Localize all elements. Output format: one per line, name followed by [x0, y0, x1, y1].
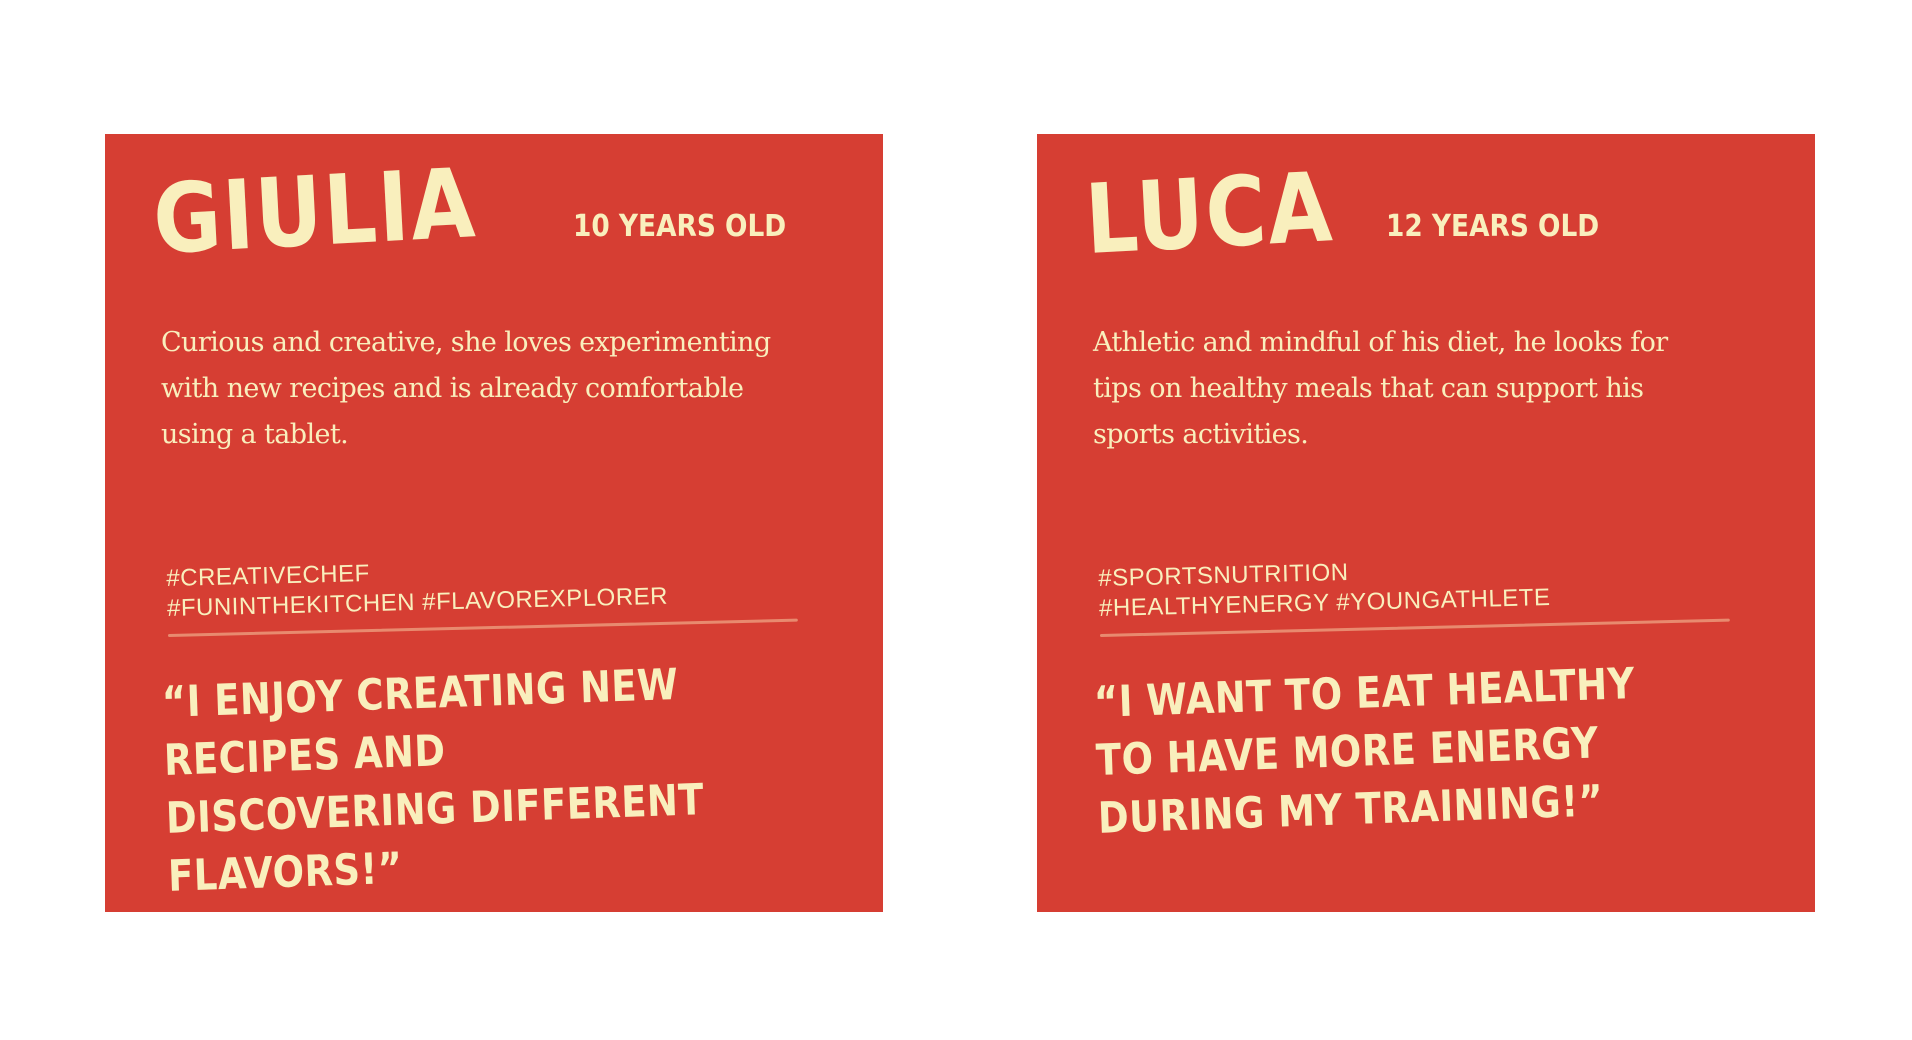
persona-quote: “I ENJOY CREATING NEW RECIPES AND DISCOV…	[161, 659, 705, 902]
persona-age: 10 YEARS OLD	[573, 209, 787, 244]
persona-hashtags: #SPORTSNUTRITION #HEALTHYENERGY #YOUNGAT…	[1098, 550, 1679, 624]
persona-name: LUCA	[1082, 151, 1337, 276]
persona-description: Athletic and mindful of his diet, he loo…	[1093, 327, 1668, 450]
persona-name: GIULIA	[150, 147, 480, 276]
persona-card-giulia: GIULIA 10 YEARS OLD Curious and creative…	[105, 134, 883, 912]
persona-quote: “I WANT TO EAT HEALTHY TO HAVE MORE ENER…	[1093, 659, 1636, 844]
persona-card-luca: LUCA 12 YEARS OLD Athletic and mindful o…	[1037, 134, 1815, 912]
persona-hashtags: #CREATIVECHEF #FUNINTHEKITCHEN #FLAVOREX…	[166, 550, 747, 624]
persona-age: 12 YEARS OLD	[1386, 209, 1600, 244]
persona-description: Curious and creative, she loves experime…	[161, 327, 771, 450]
